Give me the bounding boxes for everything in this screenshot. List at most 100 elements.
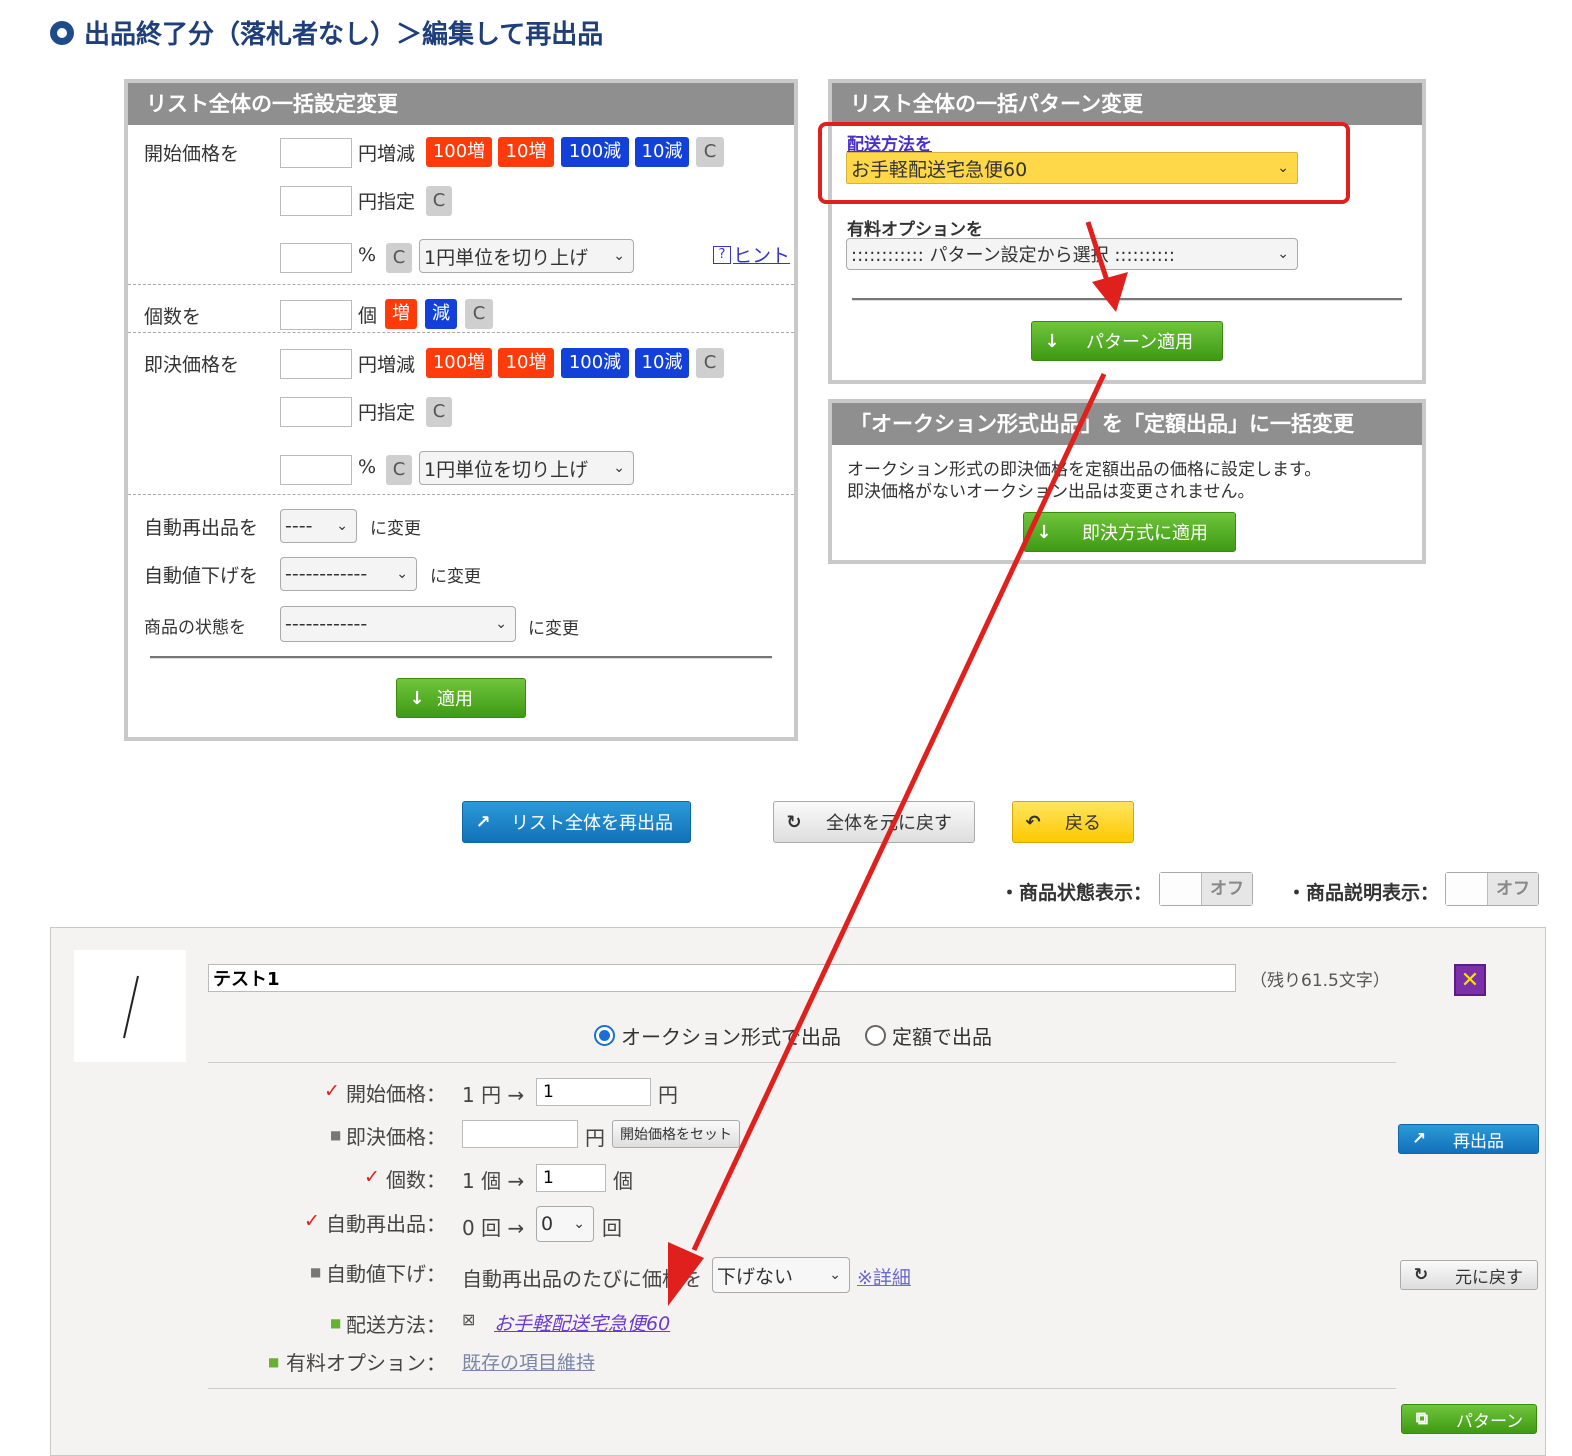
checkmark-icon: ✓	[324, 1080, 340, 1102]
start-price-specify-unit: 円指定	[358, 191, 416, 213]
item-start-price-current: 1 円 →	[462, 1083, 525, 1107]
quantity-adjust-input[interactable]	[280, 300, 352, 330]
page-title: 出品終了分（落札者なし）＞編集して再出品	[50, 14, 603, 51]
format-fixed-radio[interactable]: 定額で出品	[865, 1021, 992, 1050]
buyout-adjust-clear-button[interactable]: C	[696, 348, 724, 378]
item-start-price-unit: 円	[658, 1083, 678, 1107]
item-relist-button[interactable]: ↗ 再出品	[1398, 1124, 1539, 1154]
item-card	[50, 927, 1546, 1456]
arrow-down-icon: ↓	[1044, 330, 1060, 352]
auto-price-down-label: 自動値下げを	[144, 565, 259, 587]
item-auto-price-down-select[interactable]: 下げない ⌄	[712, 1257, 850, 1293]
radio-unchecked-icon	[865, 1025, 886, 1046]
item-start-price-input[interactable]	[536, 1078, 651, 1106]
bulk-apply-button[interactable]: ↓ 適用	[396, 678, 526, 718]
item-auto-relist-current: 0 回 →	[462, 1216, 525, 1240]
toggle-knob	[1446, 873, 1488, 905]
start-dec100-button[interactable]: 100減	[561, 137, 629, 167]
start-percent-clear-button[interactable]: C	[386, 243, 412, 273]
set-start-price-button[interactable]: 開始価格をセット	[612, 1120, 740, 1148]
item-paid-option-link[interactable]: 既存の項目維持	[462, 1348, 595, 1375]
item-auto-relist-select[interactable]: 0 ⌄	[536, 1206, 594, 1242]
condition-toggle-state: オフ	[1202, 873, 1252, 905]
start-specify-clear-button[interactable]: C	[426, 186, 452, 216]
auction-convert-header: 「オークション形式出品」を「定額出品」に一括変更	[832, 403, 1422, 445]
remaining-chars: （残り61.5文字）	[1250, 971, 1390, 991]
delete-item-button[interactable]: ✕	[1454, 964, 1486, 996]
item-shipping-link[interactable]: お手軽配送宅急便60	[494, 1309, 670, 1336]
item-condition-value: ------------	[285, 613, 368, 635]
arrow-up-right-icon: ↗	[475, 811, 491, 833]
buyout-dec100-button[interactable]: 100減	[561, 348, 629, 378]
checkmark-icon: ✓	[304, 1210, 320, 1232]
item-quantity-unit: 個	[613, 1169, 633, 1193]
quantity-inc-button[interactable]: 増	[385, 299, 417, 329]
description-toggle-state: オフ	[1488, 873, 1538, 905]
pattern-apply-label: パターン適用	[1086, 332, 1194, 353]
chevron-down-icon: ⌄	[336, 518, 348, 534]
back-button[interactable]: ↶ 戻る	[1012, 801, 1134, 843]
item-quantity-label: 個数：	[386, 1168, 446, 1192]
relist-all-button[interactable]: ↗ リスト全体を再出品	[462, 801, 691, 843]
buyout-apply-label: 即決方式に適用	[1082, 523, 1208, 544]
item-buyout-unit: 円	[585, 1126, 605, 1150]
buyout-price-specify-input[interactable]	[280, 397, 352, 427]
item-auto-price-down-value: 下げない	[717, 1265, 794, 1288]
buyout-percent-unit: %	[358, 456, 377, 478]
start-inc10-button[interactable]: 10増	[498, 137, 554, 167]
format-auction-radio[interactable]: オークション形式で出品	[594, 1021, 841, 1050]
description-display-toggle[interactable]: オフ	[1445, 872, 1539, 906]
buyout-dec10-button[interactable]: 10減	[635, 348, 689, 378]
divider	[128, 332, 794, 333]
arrow-down-icon: ↓	[409, 687, 425, 709]
buyout-percent-clear-button[interactable]: C	[386, 455, 412, 485]
start-adjust-clear-button[interactable]: C	[696, 137, 724, 167]
start-rounding-select[interactable]: 1円単位を切り上げ ⌄	[419, 239, 634, 273]
start-dec10-button[interactable]: 10減	[635, 137, 689, 167]
highlight-frame	[818, 122, 1350, 204]
buyout-rounding-select[interactable]: 1円単位を切り上げ ⌄	[419, 451, 634, 485]
auto-relist-value: ----	[285, 515, 313, 537]
buyout-specify-clear-button[interactable]: C	[426, 397, 452, 427]
pattern-apply-button[interactable]: ↓ パターン適用	[1031, 321, 1223, 361]
auto-relist-select[interactable]: ---- ⌄	[280, 509, 357, 543]
arrow-up-right-icon: ↗	[1411, 1129, 1427, 1149]
item-start-price-label: 開始価格：	[346, 1082, 446, 1106]
quantity-dec-button[interactable]: 減	[425, 299, 457, 329]
toggle-knob	[1160, 873, 1202, 905]
item-condition-label: 商品の状態を	[144, 618, 246, 638]
auto-price-down-detail-link[interactable]: ※詳細	[857, 1263, 911, 1290]
paid-option-select[interactable]: :::::::::::: パターン設定から選択 :::::::::: ⌄	[846, 238, 1298, 270]
start-price-specify-input[interactable]	[280, 186, 352, 216]
arrow-down-icon: ↓	[1036, 521, 1052, 543]
start-price-label: 開始価格を	[144, 143, 240, 165]
buyout-price-adjust-input[interactable]	[280, 349, 352, 379]
item-thumbnail[interactable]	[74, 950, 186, 1062]
bulk-settings-header: リスト全体の一括設定変更	[128, 83, 794, 125]
item-condition-select[interactable]: ------------ ⌄	[280, 606, 516, 642]
item-buyout-label: 即決価格：	[346, 1125, 446, 1149]
quantity-clear-button[interactable]: C	[465, 299, 493, 329]
condition-display-label: ・商品状態表示：	[1000, 882, 1153, 904]
window-icon: ⧉	[1415, 1409, 1429, 1429]
auction-convert-line2: 即決価格がないオークション出品は変更されません。	[847, 482, 1255, 502]
start-price-percent-input[interactable]	[280, 243, 352, 273]
item-pattern-button[interactable]: ⧉ パターン	[1401, 1404, 1537, 1434]
reset-all-button[interactable]: ↻ 全体を元に戻す	[773, 801, 975, 843]
condition-display-toggle[interactable]: オフ	[1159, 872, 1253, 906]
item-title-input[interactable]	[208, 964, 1236, 992]
hint-text: ヒント	[733, 245, 791, 267]
buyout-apply-button[interactable]: ↓ 即決方式に適用	[1023, 512, 1236, 552]
buyout-inc100-button[interactable]: 100増	[426, 348, 492, 378]
item-buyout-input[interactable]	[462, 1120, 578, 1148]
buyout-inc10-button[interactable]: 10増	[498, 348, 554, 378]
item-pattern-label: パターン	[1456, 1411, 1524, 1432]
start-price-adjust-input[interactable]	[280, 138, 352, 168]
item-quantity-input[interactable]	[536, 1164, 606, 1192]
buyout-price-percent-input[interactable]	[280, 455, 352, 485]
start-inc100-button[interactable]: 100増	[426, 137, 492, 167]
item-shipping-label: 配送方法：	[346, 1313, 446, 1337]
item-reset-button[interactable]: ↻ 元に戻す	[1400, 1260, 1538, 1290]
hint-link[interactable]: ? ヒント	[713, 241, 790, 268]
auto-price-down-select[interactable]: ------------ ⌄	[280, 557, 417, 591]
